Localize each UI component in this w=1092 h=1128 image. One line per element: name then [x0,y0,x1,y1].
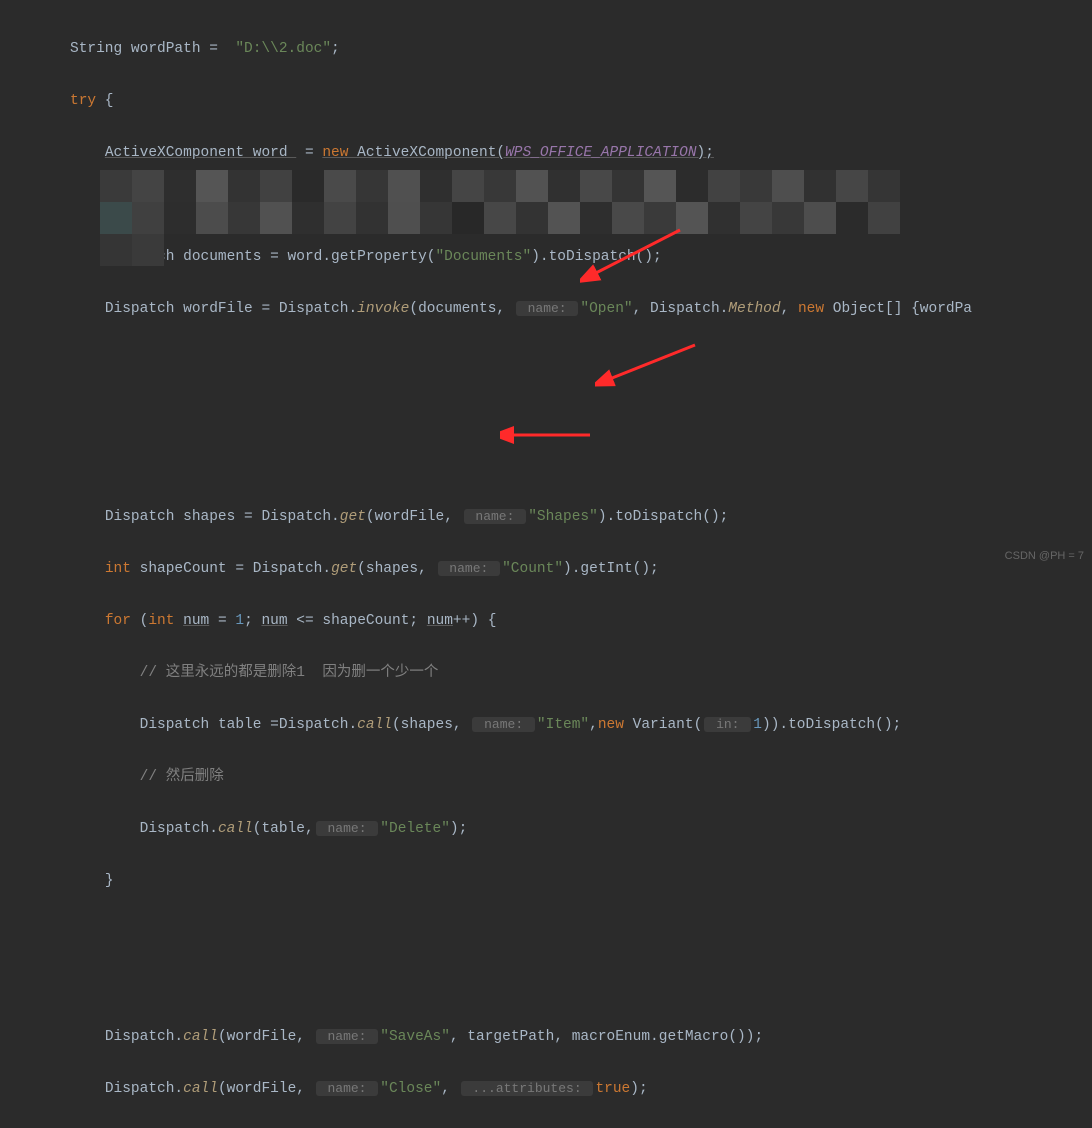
code-line: Dispatch wordFile = Dispatch.invoke(docu… [0,296,1092,322]
code-line: String wordPath = "D:\\2.doc"; [0,36,1092,62]
watermark: CSDN @PH = 7 [1005,543,1084,569]
param-hint: name: [438,561,501,576]
param-hint: name: [316,821,379,836]
code-line: Dispatch.call(wordFile, name: "Close", .… [0,1076,1092,1102]
param-hint: name: [516,301,579,316]
censored-region [100,170,930,240]
code-line: Dispatch.call(wordFile, name: "SaveAs", … [0,1024,1092,1050]
code-line: Dispatch table =Dispatch.call(shapes, na… [0,712,1092,738]
param-hint: in: [704,717,751,732]
param-hint: name: [472,717,535,732]
param-hint: name: [464,509,527,524]
code-line: Dispatch shapes = Dispatch.get(wordFile,… [0,504,1092,530]
code-line: int shapeCount = Dispatch.get(shapes, na… [0,556,1092,582]
code-line: // 这里永远的都是删除1 因为删一个少一个 [0,660,1092,686]
code-line: for (int num = 1; num <= shapeCount; num… [0,608,1092,634]
param-hint: name: [316,1029,379,1044]
code-line: ActiveXComponent word = new ActiveXCompo… [0,140,1092,166]
param-hint: ...attributes: [461,1081,594,1096]
code-line: Dispatch.call(table, name: "Delete"); [0,816,1092,842]
code-line: } [0,868,1092,894]
code-line: try { [0,88,1092,114]
param-hint: name: [316,1081,379,1096]
code-line: // 然后删除 [0,764,1092,790]
